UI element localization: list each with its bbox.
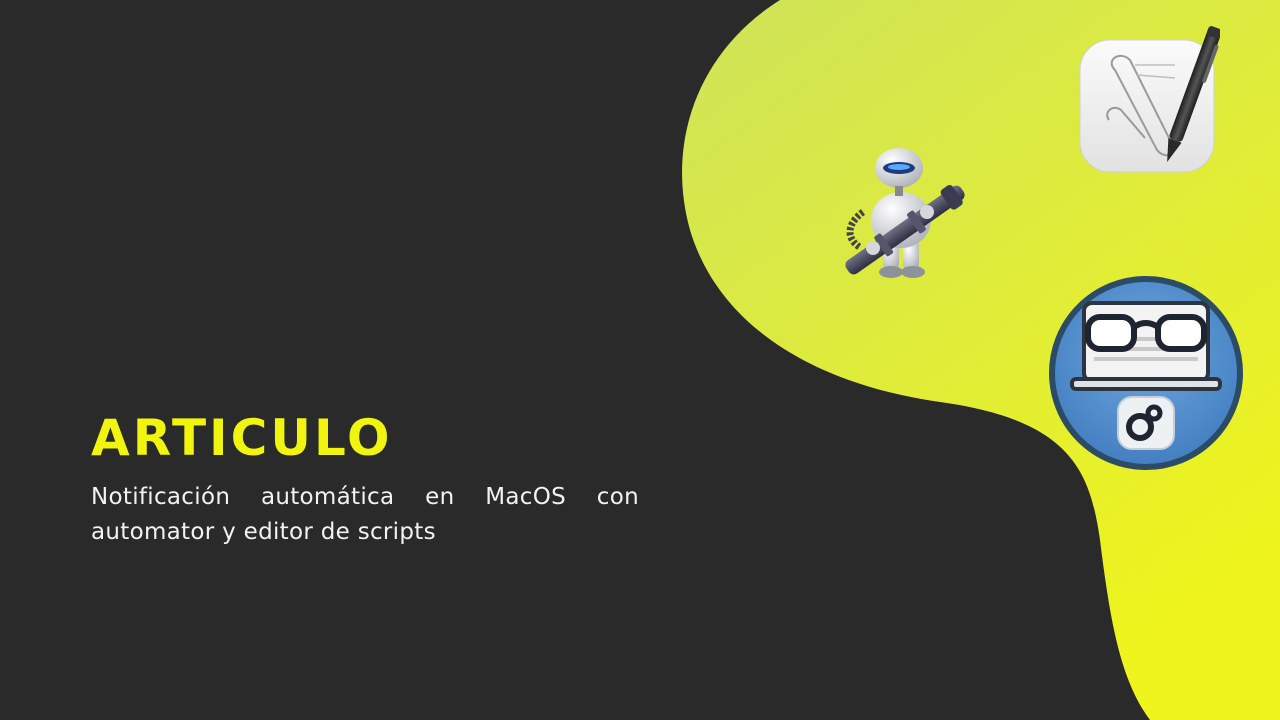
script-editor-icon <box>1079 26 1220 173</box>
glasses-laptop-link-icon <box>1049 276 1243 470</box>
article-subtitle: Notificación automática en MacOS con aut… <box>91 484 639 545</box>
automator-robot-icon <box>845 148 965 278</box>
banner: ARTICULO Notificación automática en MacO… <box>0 0 1280 720</box>
article-heading: ARTICULO <box>91 409 393 467</box>
